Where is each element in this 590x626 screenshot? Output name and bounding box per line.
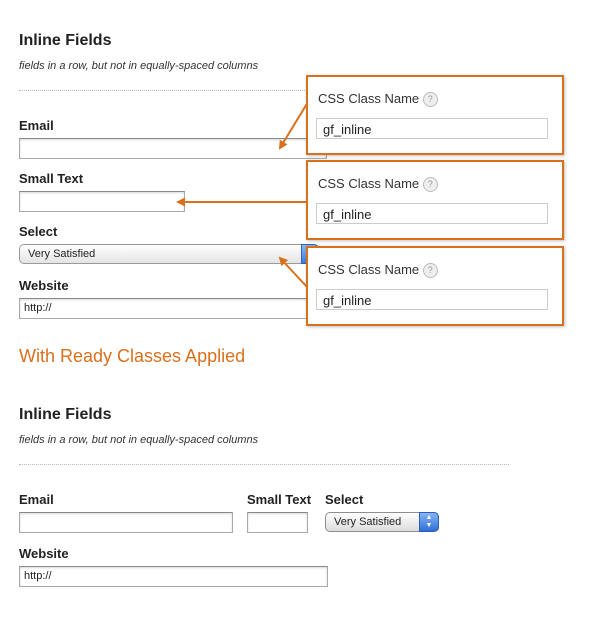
callout-select: CSS Class Name ? gf_inline xyxy=(306,246,564,326)
ready-classes-heading: With Ready Classes Applied xyxy=(19,346,246,366)
bottom-select-value: Very Satisfied xyxy=(334,516,402,528)
help-icon[interactable]: ? xyxy=(422,263,438,279)
callout-small-text: CSS Class Name ? gf_inline xyxy=(306,160,564,240)
arrow-to-select xyxy=(278,256,309,289)
bottom-form-description: fields in a row, but not in equally-spac… xyxy=(19,434,259,446)
callout-email: CSS Class Name ? gf_inline xyxy=(306,75,564,155)
css-class-name-input[interactable]: gf_inline xyxy=(316,289,548,310)
bottom-email-input[interactable] xyxy=(19,512,233,533)
help-icon[interactable]: ? xyxy=(422,92,438,108)
bottom-form-title: Inline Fields xyxy=(19,406,112,423)
bottom-small-text-label: Small Text xyxy=(247,492,312,507)
css-class-name-input[interactable]: gf_inline xyxy=(316,203,548,224)
bottom-email-label: Email xyxy=(19,492,54,507)
callout-label: CSS Class Name ? xyxy=(318,176,438,193)
bottom-form-divider xyxy=(19,464,509,465)
arrow-to-email xyxy=(278,101,309,150)
callout-label: CSS Class Name ? xyxy=(318,262,438,279)
css-class-name-input[interactable]: gf_inline xyxy=(316,118,548,139)
bottom-small-text-input[interactable] xyxy=(247,512,308,533)
bottom-website-label: Website xyxy=(19,546,69,561)
callout-label: CSS Class Name ? xyxy=(318,91,438,108)
help-icon[interactable]: ? xyxy=(422,177,438,193)
select-arrows-icon: ▲ ▼ xyxy=(419,512,439,532)
bottom-select-dropdown[interactable]: Very Satisfied ▲ ▼ xyxy=(325,512,439,532)
bottom-select-label: Select xyxy=(325,492,364,507)
bottom-website-input[interactable]: http:// xyxy=(19,566,328,587)
